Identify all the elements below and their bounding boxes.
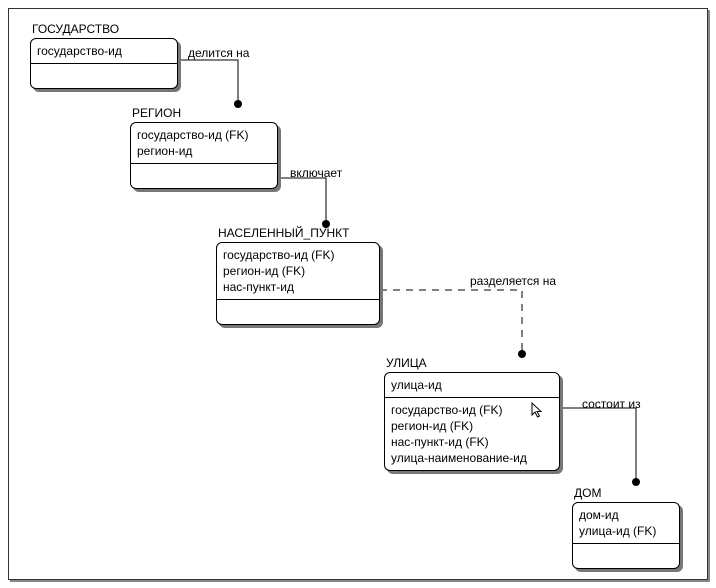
- attr-field: улица-наименование-ид: [391, 450, 553, 466]
- entity-box: государство-ид: [30, 38, 178, 89]
- entity-title: РЕГИОН: [132, 106, 278, 120]
- entity-street[interactable]: УЛИЦА улица-ид государство-ид (FK) регио…: [384, 356, 560, 471]
- pk-field: регион-ид (FK): [223, 263, 373, 279]
- rel-label-settlement-street: разделяется на: [470, 274, 556, 288]
- entity-title: НАСЕЛЕННЫЙ_ПУНКТ: [218, 226, 380, 240]
- entity-box: улица-ид государство-ид (FK) регион-ид (…: [384, 372, 560, 471]
- entity-region[interactable]: РЕГИОН государство-ид (FK) регион-ид: [130, 106, 278, 189]
- attr-field: нас-пункт-ид (FK): [391, 434, 553, 450]
- rel-label-region-settlement: включает: [290, 166, 342, 180]
- pk-section: государство-ид (FK) регион-ид: [131, 123, 277, 163]
- entity-box: государство-ид (FK) регион-ид (FK) нас-п…: [216, 242, 380, 325]
- attr-section: [31, 63, 177, 88]
- attr-section: государство-ид (FK) регион-ид (FK) нас-п…: [385, 397, 559, 470]
- entity-house[interactable]: ДОМ дом-ид улица-ид (FK): [572, 486, 680, 569]
- diagram-canvas: ГОСУДАРСТВО государство-ид РЕГИОН госуда…: [0, 0, 716, 588]
- pk-field: улица-ид: [391, 377, 553, 393]
- pk-field: государство-ид (FK): [137, 127, 271, 143]
- attr-section: [573, 543, 679, 568]
- pk-section: государство-ид (FK) регион-ид (FK) нас-п…: [217, 243, 379, 299]
- attr-field: государство-ид (FK): [391, 402, 553, 418]
- attr-field: регион-ид (FK): [391, 418, 553, 434]
- pk-field: государство-ид (FK): [223, 247, 373, 263]
- pk-field: нас-пункт-ид: [223, 279, 373, 295]
- pk-field: улица-ид (FK): [579, 523, 673, 539]
- rel-label-state-region: делится на: [188, 46, 249, 60]
- entity-box: государство-ид (FK) регион-ид: [130, 122, 278, 189]
- entity-title: УЛИЦА: [386, 356, 560, 370]
- entity-settlement[interactable]: НАСЕЛЕННЫЙ_ПУНКТ государство-ид (FK) рег…: [216, 226, 380, 325]
- pk-field: государство-ид: [37, 43, 171, 59]
- entity-state[interactable]: ГОСУДАРСТВО государство-ид: [30, 22, 178, 89]
- rel-label-street-house: состоит из: [582, 397, 641, 411]
- entity-box: дом-ид улица-ид (FK): [572, 502, 680, 569]
- attr-section: [217, 299, 379, 324]
- entity-title: ДОМ: [574, 486, 680, 500]
- pk-section: дом-ид улица-ид (FK): [573, 503, 679, 543]
- pk-field: дом-ид: [579, 507, 673, 523]
- entity-title: ГОСУДАРСТВО: [32, 22, 178, 36]
- pk-field: регион-ид: [137, 143, 271, 159]
- attr-section: [131, 163, 277, 188]
- pk-section: улица-ид: [385, 373, 559, 397]
- pk-section: государство-ид: [31, 39, 177, 63]
